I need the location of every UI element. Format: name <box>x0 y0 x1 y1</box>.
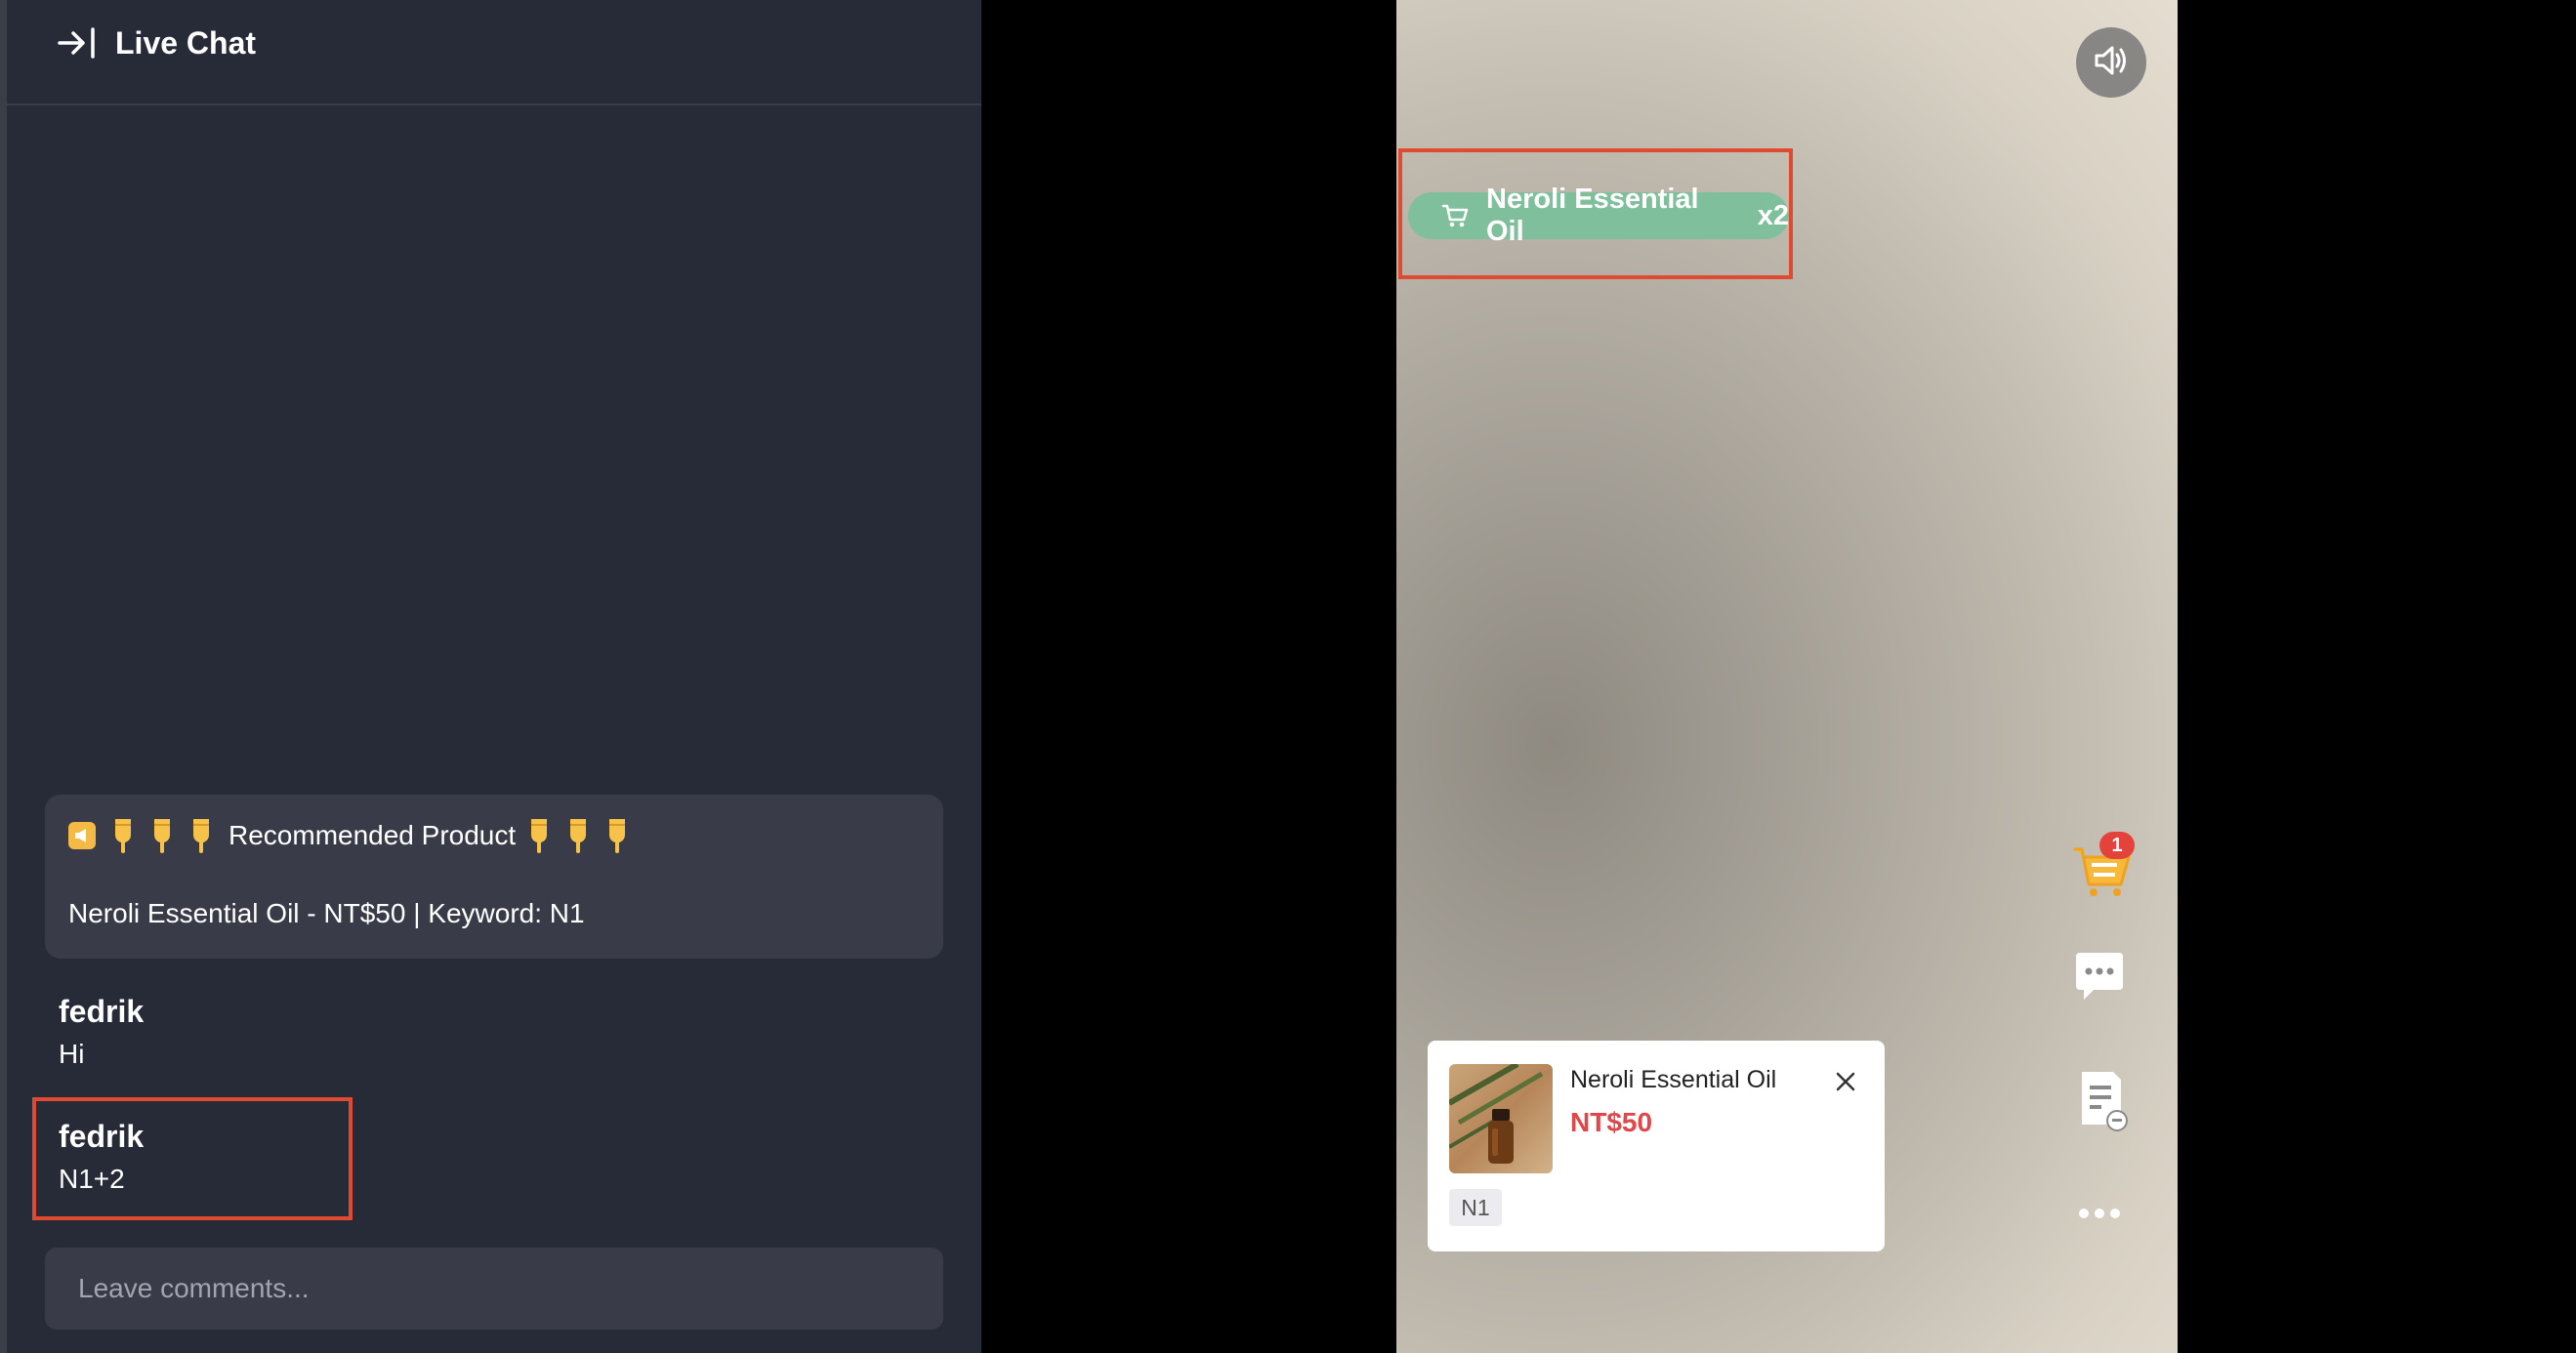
pinned-heading-label: Recommended Product <box>229 820 517 850</box>
cart-icon <box>1441 203 1469 228</box>
pointing-down-icon <box>525 817 553 854</box>
message-text: Hi <box>59 1039 85 1069</box>
product-price: NT$50 <box>1570 1107 1653 1137</box>
message-username: fedrik <box>59 1119 145 1154</box>
pointing-down-icon <box>603 817 631 854</box>
product-card[interactable]: Neroli Essential Oil NT$50 N1 <box>1428 1041 1885 1251</box>
pointing-down-icon <box>109 817 137 854</box>
live-chat-panel: Live Chat Recommended Product Neroli Ess… <box>0 0 981 1353</box>
product-image <box>1449 1064 1553 1173</box>
live-video: Neroli Essential Oil x2 1 Neroli Essenti… <box>1396 0 2178 1353</box>
cart-icon <box>2072 847 2135 902</box>
message-text: N1+2 <box>59 1164 125 1194</box>
cart-badge: 1 <box>2099 832 2135 859</box>
more-button[interactable] <box>2074 1199 2129 1228</box>
pinned-body: Neroli Essential Oil - NT$50 | Keyword: … <box>68 898 585 928</box>
message-username: fedrik <box>59 994 145 1029</box>
close-icon[interactable] <box>1832 1068 1859 1095</box>
cart-added-pill: Neroli Essential Oil x2 <box>1408 184 1789 247</box>
chat-message: fedrik N1+2 <box>59 1117 144 1197</box>
volume-button[interactable] <box>2076 27 2146 98</box>
keyword-tag: N1 <box>1449 1189 1502 1226</box>
volume-icon <box>2093 44 2130 82</box>
chat-button[interactable] <box>2072 951 2127 1005</box>
pointing-down-icon <box>564 817 592 854</box>
highlight-box: Neroli Essential Oil x2 <box>1398 148 1793 279</box>
orders-button[interactable] <box>2074 1070 2129 1132</box>
megaphone-icon <box>68 822 96 849</box>
pinned-product-message: Recommended Product Neroli Essential Oil… <box>45 795 943 959</box>
comment-input[interactable] <box>45 1248 943 1330</box>
more-icon <box>2074 1209 2129 1232</box>
pointing-down-icon <box>187 817 215 854</box>
pointing-down-icon <box>148 817 176 854</box>
cart-pill-product: Neroli Essential Oil <box>1486 184 1699 247</box>
pinned-heading: Recommended Product <box>68 816 643 855</box>
chat-header: Live Chat <box>7 0 981 105</box>
cart-pill-quantity: x2 <box>1757 199 1789 231</box>
cart-button[interactable]: 1 <box>2072 832 2135 898</box>
chat-message: fedrik Hi <box>59 992 144 1072</box>
product-name: Neroli Essential Oil <box>1570 1066 1777 1093</box>
chat-bubble-icon <box>2072 953 2127 1009</box>
orders-icon <box>2074 1072 2129 1136</box>
chat-title: Live Chat <box>115 25 257 61</box>
collapse-icon[interactable] <box>56 23 99 62</box>
